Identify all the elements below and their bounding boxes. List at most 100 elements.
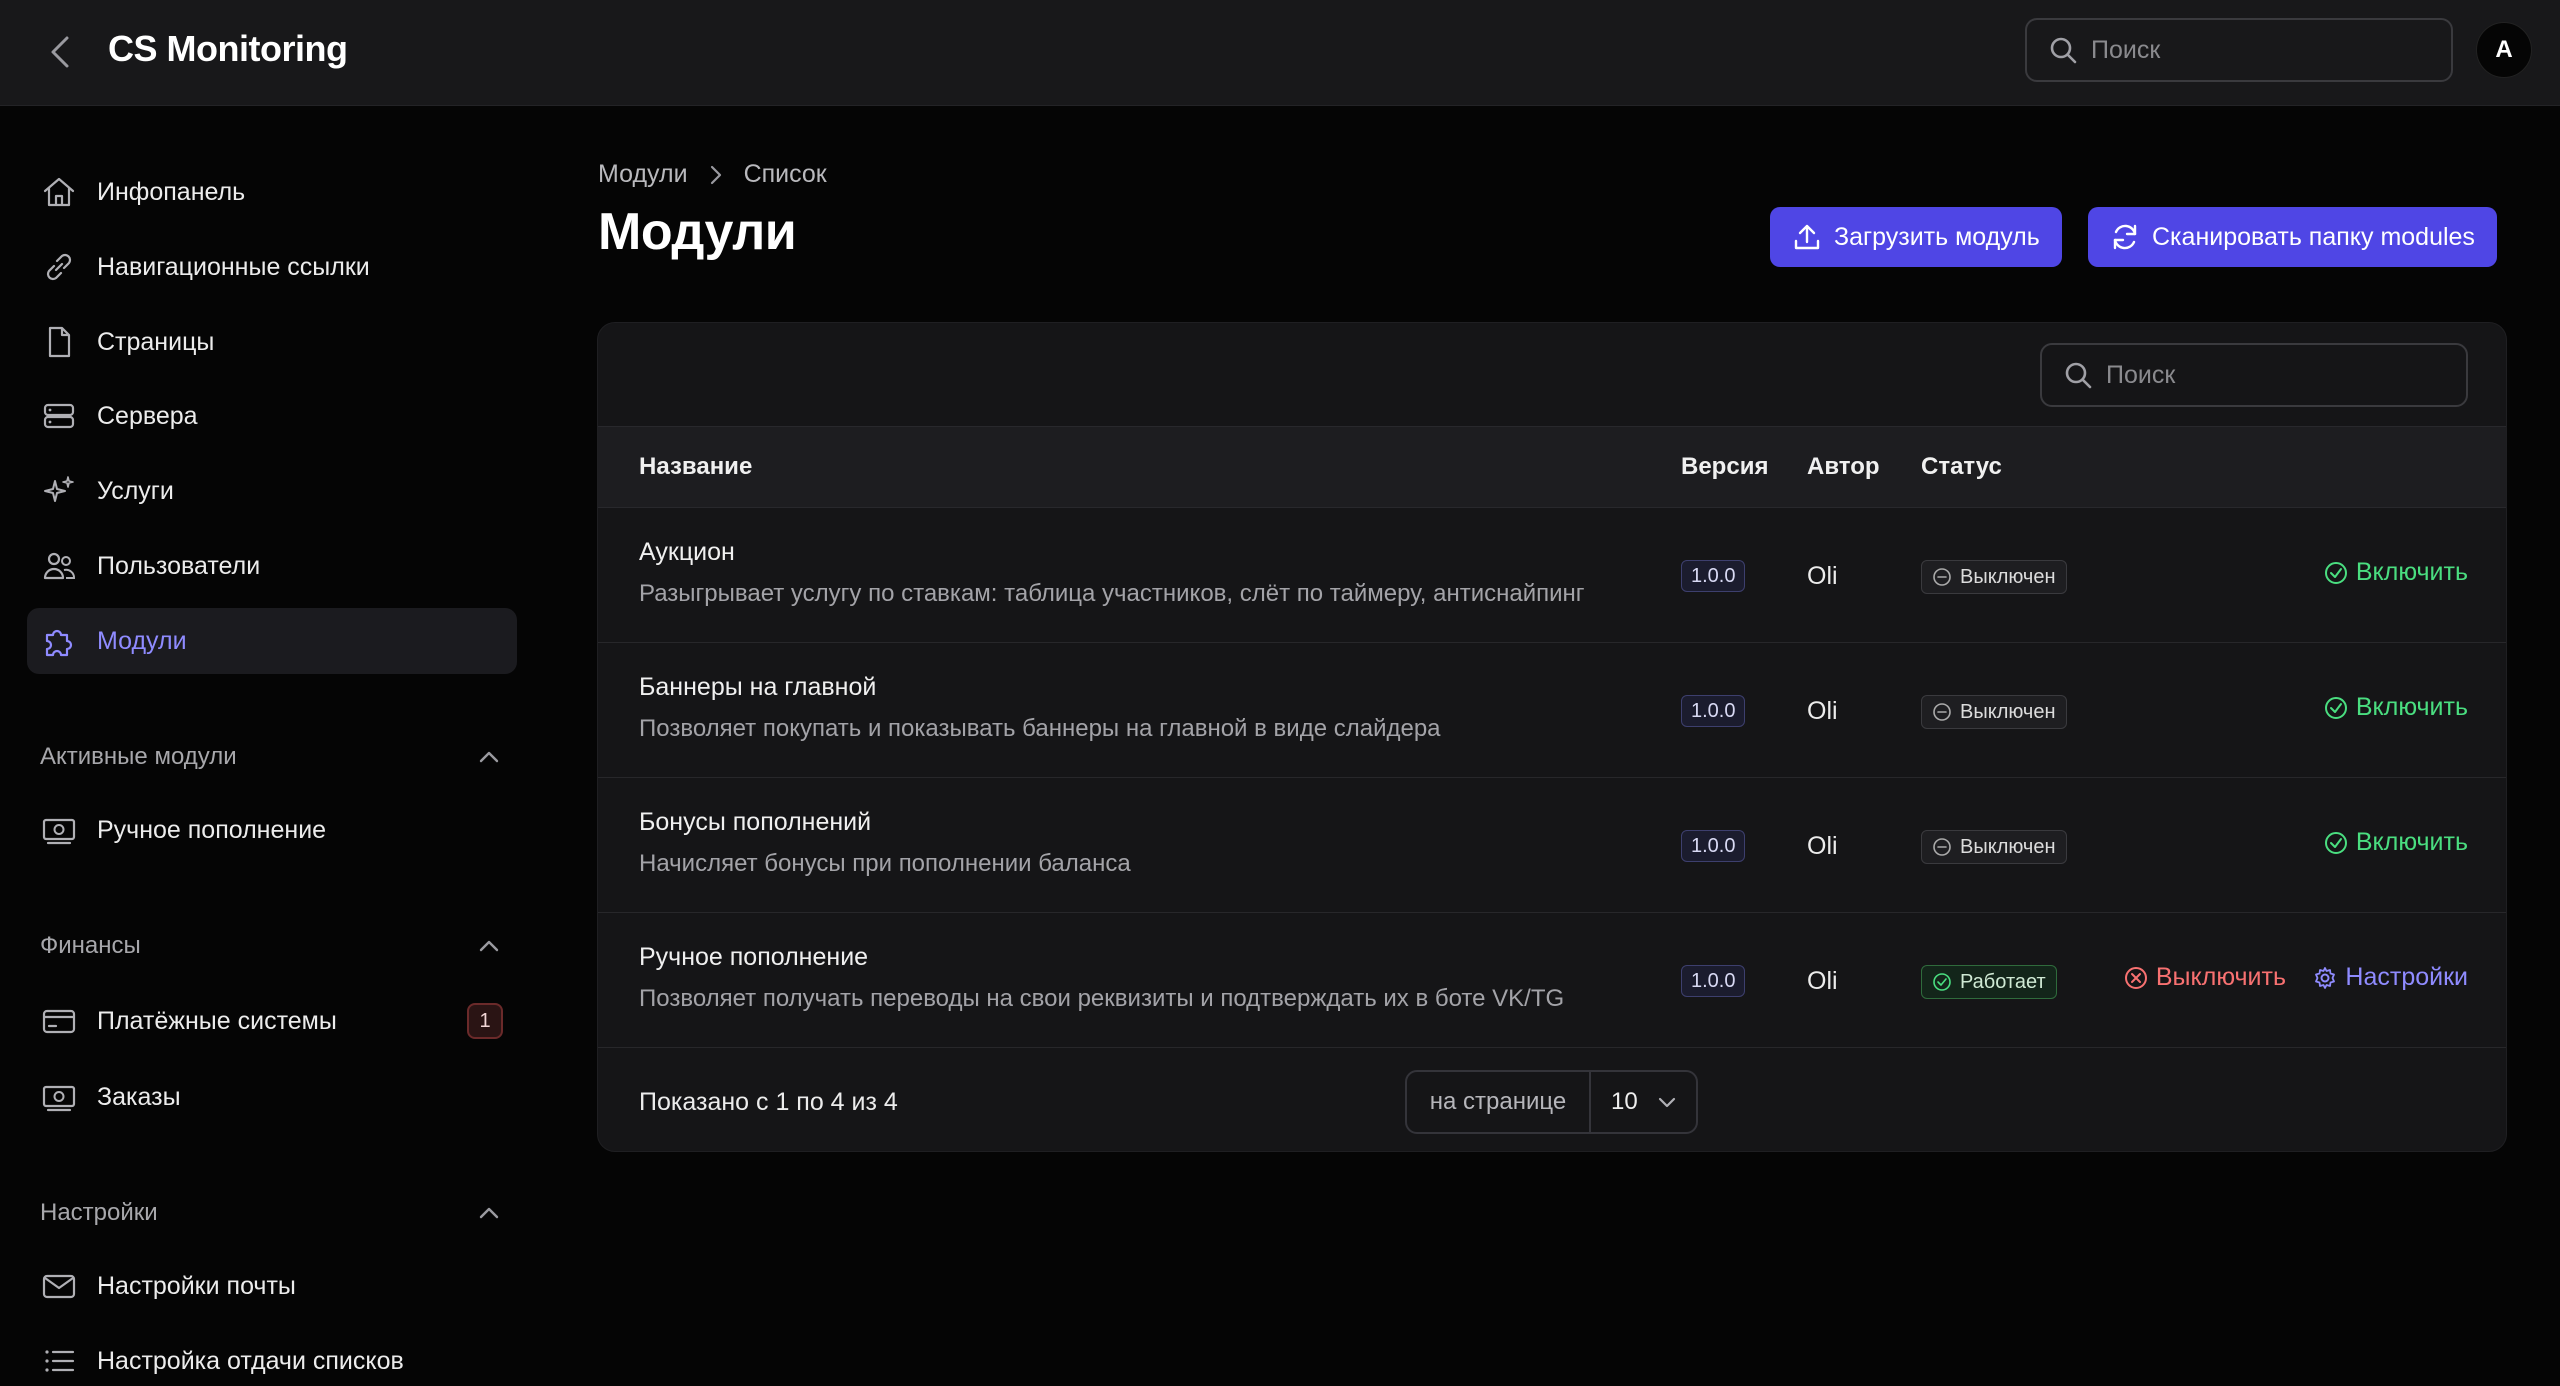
- top-search-input[interactable]: [2091, 35, 2431, 65]
- status-label: Выключен: [1960, 700, 2056, 723]
- sidebar-item-label: Модули: [97, 626, 187, 655]
- table-row: Баннеры на главной Позволяет покупать и …: [598, 643, 2506, 778]
- table-header: Название Версия Автор Статус: [598, 426, 2506, 508]
- breadcrumb-current: Список: [743, 160, 827, 188]
- module-name: Баннеры на главной: [639, 673, 877, 701]
- sidebar-item-modules[interactable]: Модули: [27, 608, 517, 674]
- sidebar-item-list-output[interactable]: Настройка отдачи списков: [27, 1328, 517, 1386]
- module-author: Oli: [1807, 697, 1838, 725]
- column-header-status[interactable]: Статус: [1921, 453, 2002, 481]
- status-label: Выключен: [1960, 835, 2056, 858]
- top-search-box[interactable]: [2025, 18, 2453, 82]
- enable-button[interactable]: Включить: [2324, 693, 2468, 722]
- module-settings-label: Настройки: [2345, 963, 2468, 991]
- enable-button[interactable]: Включить: [2324, 828, 2468, 857]
- x-circle-icon: [2124, 966, 2148, 990]
- module-description: Начисляет бонусы при пополнении баланса: [639, 850, 1131, 877]
- sidebar-item-orders[interactable]: Заказы: [27, 1064, 517, 1130]
- module-author: Oli: [1807, 562, 1838, 590]
- module-description: Позволяет получать переводы на свои рекв…: [639, 985, 1565, 1012]
- check-circle-icon: [1932, 972, 1952, 992]
- table-search-box[interactable]: [2040, 343, 2468, 407]
- status-label: Выключен: [1960, 565, 2056, 588]
- modules-table-card: Название Версия Автор Статус Аукцион Раз…: [597, 322, 2507, 1152]
- page-title: Модули: [598, 203, 797, 261]
- table-row: Аукцион Разыгрывает услугу по ставкам: т…: [598, 508, 2506, 643]
- module-settings-button[interactable]: Настройки: [2313, 963, 2468, 992]
- cash-icon: [41, 1079, 77, 1115]
- sidebar-item-label: Пользователи: [97, 551, 261, 580]
- column-header-version[interactable]: Версия: [1681, 453, 1768, 481]
- sidebar-item-servers[interactable]: Сервера: [27, 383, 517, 449]
- sparkles-icon: [41, 473, 77, 509]
- back-button[interactable]: [38, 30, 82, 74]
- module-name: Ручное пополнение: [639, 943, 869, 971]
- module-description: Разыгрывает услугу по ставкам: таблица у…: [639, 580, 1585, 607]
- breadcrumb: Модули Список: [598, 160, 827, 189]
- column-header-author[interactable]: Автор: [1807, 453, 1880, 481]
- sidebar-item-label: Ручное пополнение: [97, 815, 327, 844]
- link-icon: [41, 249, 77, 285]
- version-badge: 1.0.0: [1681, 965, 1746, 997]
- enable-label: Включить: [2355, 693, 2468, 721]
- module-author: Oli: [1807, 967, 1838, 995]
- users-icon: [41, 548, 77, 584]
- refresh-icon: [2110, 222, 2140, 252]
- status-label: Работает: [1960, 970, 2046, 993]
- section-finances-toggle[interactable]: Финансы: [40, 926, 500, 966]
- sidebar-item-label: Настройка отдачи списков: [97, 1346, 404, 1375]
- breadcrumb-root-link[interactable]: Модули: [598, 160, 688, 189]
- sidebar-item-dashboard[interactable]: Инфопанель: [27, 159, 517, 225]
- per-page-select[interactable]: 10: [1591, 1088, 1696, 1116]
- sidebar-item-users[interactable]: Пользователи: [27, 533, 517, 599]
- status-badge: Выключен: [1921, 830, 2067, 864]
- module-author: Oli: [1807, 832, 1838, 860]
- home-icon: [41, 174, 77, 210]
- status-badge: Выключен: [1921, 695, 2067, 729]
- chevron-up-icon: [478, 939, 500, 953]
- list-icon: [41, 1343, 77, 1379]
- table-row: Бонусы пополнений Начисляет бонусы при п…: [598, 778, 2506, 913]
- minus-circle-icon: [1932, 837, 1952, 857]
- check-circle-icon: [2324, 561, 2348, 585]
- upload-module-label: Загрузить модуль: [1834, 222, 2040, 251]
- sidebar-item-nav-links[interactable]: Навигационные ссылки: [27, 234, 517, 300]
- top-bar: CS Monitoring A: [0, 0, 2560, 106]
- enable-button[interactable]: Включить: [2324, 558, 2468, 587]
- upload-icon: [1792, 222, 1822, 252]
- module-name: Аукцион: [639, 538, 735, 566]
- sidebar-item-manual-topup[interactable]: Ручное пополнение: [27, 797, 517, 863]
- scan-modules-button[interactable]: Сканировать папку modules: [2088, 207, 2497, 267]
- table-footer: Показано с 1 по 4 из 4 на странице 10: [598, 1048, 2506, 1151]
- upload-module-button[interactable]: Загрузить модуль: [1770, 207, 2062, 267]
- module-name: Бонусы пополнений: [639, 808, 872, 836]
- sidebar-item-label: Платёжные системы: [97, 1006, 337, 1035]
- check-circle-icon: [2324, 696, 2348, 720]
- per-page-label: на странице: [1407, 1072, 1591, 1132]
- section-settings-toggle[interactable]: Настройки: [40, 1193, 500, 1233]
- puzzle-icon: [41, 623, 77, 659]
- disable-button[interactable]: Выключить: [2124, 963, 2286, 992]
- version-badge: 1.0.0: [1681, 830, 1746, 862]
- column-header-name[interactable]: Название: [639, 453, 752, 481]
- sidebar: Инфопанель Навигационные ссылки Страницы…: [0, 107, 540, 1386]
- sidebar-item-label: Страницы: [97, 327, 215, 356]
- chevron-right-icon: [710, 165, 722, 185]
- server-icon: [41, 398, 77, 434]
- mail-icon: [41, 1268, 77, 1304]
- sidebar-item-pages[interactable]: Страницы: [27, 309, 517, 375]
- sidebar-item-services[interactable]: Услуги: [27, 458, 517, 524]
- search-icon: [2049, 36, 2077, 64]
- table-search-input[interactable]: [2106, 360, 2446, 390]
- sidebar-item-label: Заказы: [97, 1082, 181, 1111]
- avatar[interactable]: A: [2476, 22, 2532, 78]
- sidebar-item-payment-systems[interactable]: Платёжные системы 1: [27, 988, 517, 1054]
- card-icon: [41, 1003, 77, 1039]
- page-icon: [41, 324, 77, 360]
- sidebar-item-mail-settings[interactable]: Настройки почты: [27, 1253, 517, 1319]
- section-active-modules-toggle[interactable]: Активные модули: [40, 737, 500, 777]
- minus-circle-icon: [1932, 702, 1952, 722]
- sidebar-item-label: Сервера: [97, 401, 198, 430]
- module-description: Позволяет покупать и показывать баннеры …: [639, 715, 1441, 742]
- section-title: Настройки: [40, 1199, 158, 1226]
